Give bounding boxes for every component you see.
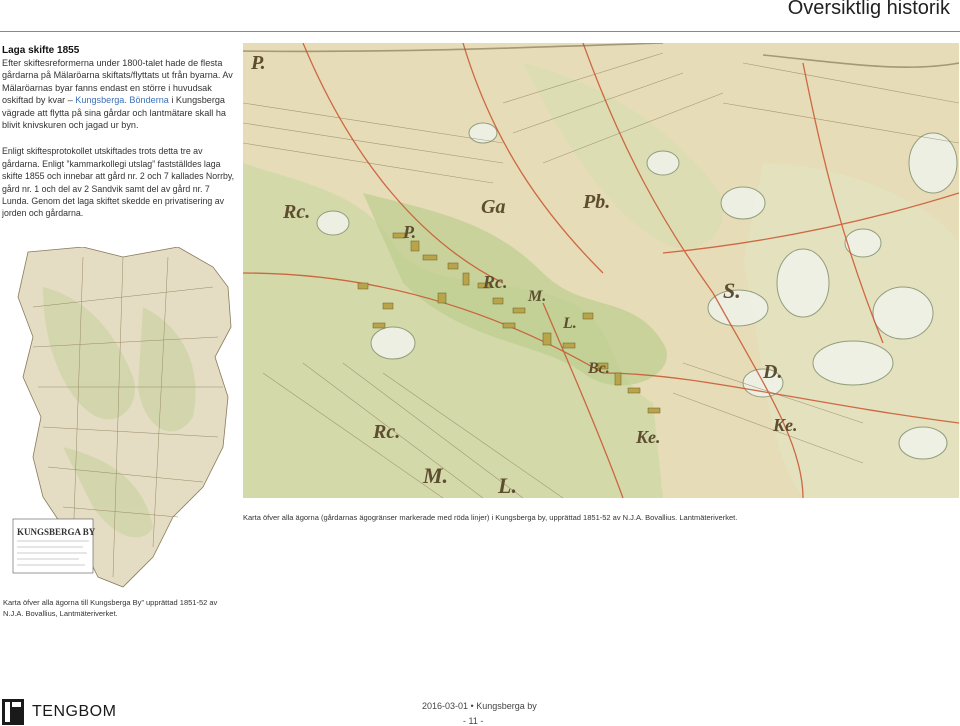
main-historic-map: P. Rc. Ga Pb. P. Rc. M. L. S. D. Bc. Rc.… <box>243 43 959 498</box>
intro-paragraph-1-highlight: Kungsberga. Bönderna <box>75 95 169 106</box>
map-label: Ga <box>481 196 505 218</box>
intro-paragraph-1: Efter skiftesreformerna under 1800-talet… <box>2 57 238 131</box>
map-label: S. <box>723 278 741 303</box>
map-label: P. <box>250 52 266 74</box>
map-label: Rc. <box>482 272 508 292</box>
map-label: M. <box>422 463 448 488</box>
map-label: Rc. <box>282 201 310 223</box>
intro-text-column: Laga skifte 1855 Efter skiftesreformerna… <box>2 44 238 220</box>
header-rule <box>0 31 960 32</box>
map-label: Ke. <box>635 427 661 447</box>
footer-document-info: 2016-03-01 • Kungsberga by <box>422 701 537 711</box>
map-label: M. <box>527 288 546 305</box>
logo-mark-icon <box>2 699 24 725</box>
map-label: Ke. <box>772 415 798 435</box>
section-heading: Laga skifte 1855 <box>2 45 80 56</box>
overview-map: KUNGSBERGA BY <box>3 247 234 594</box>
map-label: P. <box>402 222 416 242</box>
intro-paragraph-2: Enligt skiftesprotokollet utskiftades tr… <box>2 146 235 219</box>
overview-map-caption: Karta öfver alla ägorna till Kungsberga … <box>3 598 218 618</box>
map-label: L. <box>562 315 577 332</box>
overview-map-title: KUNGSBERGA BY <box>17 527 96 537</box>
logo-text: TENGBOM <box>32 703 117 720</box>
map-label: L. <box>497 473 517 498</box>
map-label: Bc. <box>587 360 610 377</box>
map-label: Pb. <box>582 191 610 213</box>
map-label: D. <box>762 361 782 383</box>
map-label: Rc. <box>372 421 400 443</box>
main-map-caption: Karta öfver alla ägorna (gårdarnas ägogr… <box>243 513 738 522</box>
page-title: Översiktlig historik <box>787 0 950 19</box>
tengbom-logo: TENGBOM <box>2 699 116 725</box>
